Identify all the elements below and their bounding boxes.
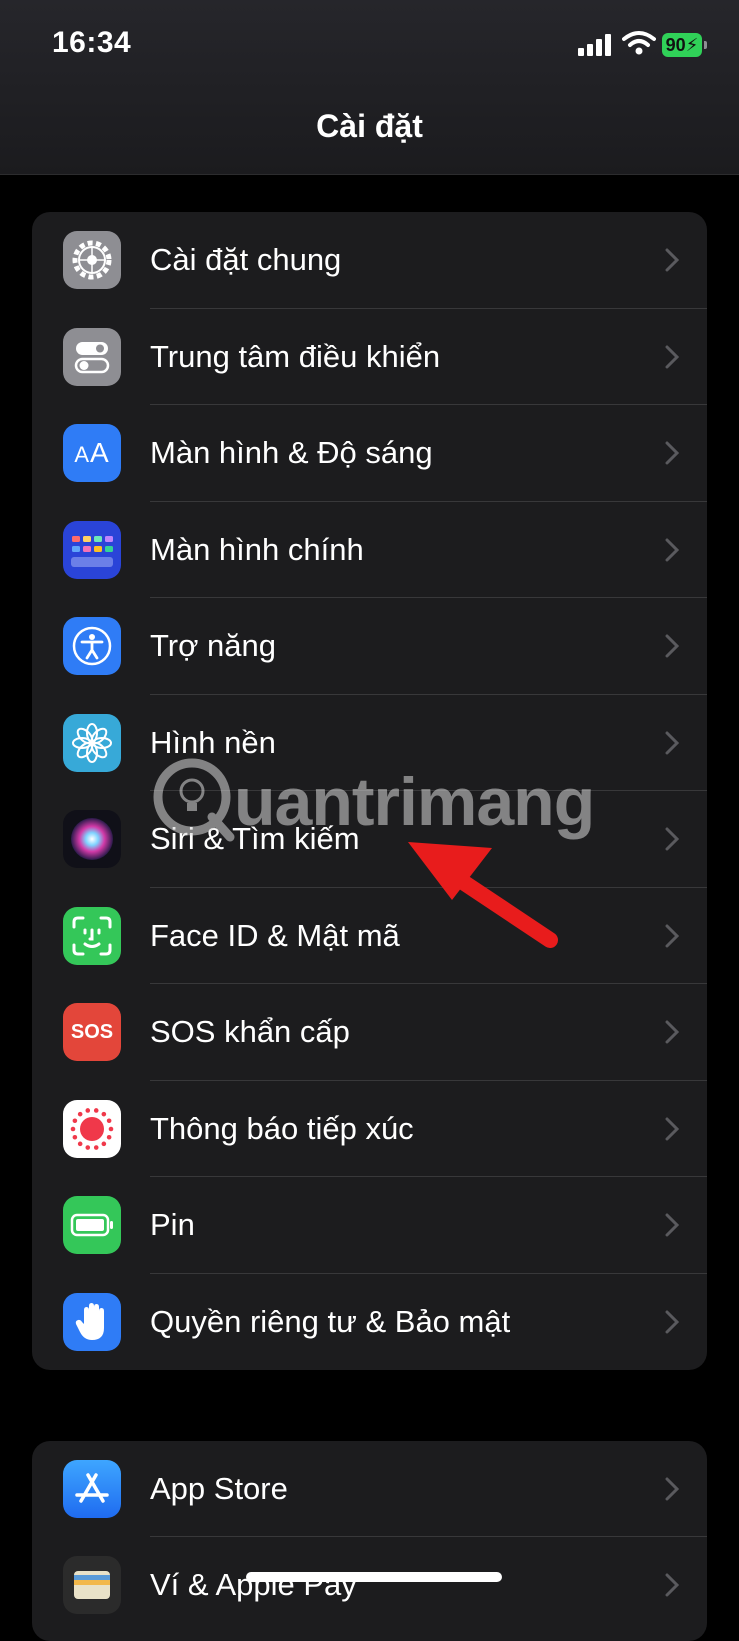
red-arrow-annotation [408,842,558,948]
exposure-dot [93,1144,99,1150]
exposure-dot [70,1126,76,1132]
exposure-dots-icon [63,1099,121,1158]
chevron-right-icon [665,1020,679,1044]
settings-row-general[interactable]: Cài đặt chung [32,212,707,309]
battery-percent: 90 [665,34,686,55]
chevron-right-icon [665,538,679,562]
settings-row-accessibility[interactable]: Trợ năng [32,598,707,695]
siri-icon [63,810,121,869]
wifi-icon [622,31,656,55]
row-label: Trung tâm điều khiển [150,338,441,374]
row-label: Face ID & Mật mã [150,917,400,953]
chevron-right-icon [665,441,679,465]
row-label: Hình nền [150,724,276,760]
settings-row-wallet-apple-pay[interactable]: Ví & Apple Pay [32,1537,707,1633]
exposure-dot [85,1107,91,1113]
hand-icon [63,1292,121,1351]
settings-row-display-brightness[interactable]: AA Màn hình & Độ sáng [32,405,707,502]
chevron-right-icon [665,345,679,369]
settings-row-privacy-security[interactable]: Quyền riêng tư & Bảo mật [32,1274,707,1371]
accessibility-icon [63,617,121,676]
chevron-right-icon [665,1213,679,1237]
text-size-icon: AA [63,424,121,483]
chevron-right-icon [665,248,679,272]
chevron-right-icon [665,1573,679,1597]
face-id-icon [63,906,121,965]
home-indicator[interactable] [246,1572,502,1582]
chevron-right-icon [665,731,679,755]
flower-icon [63,713,121,772]
exposure-dot [72,1134,78,1140]
exposure-dot [77,1111,83,1117]
exposure-dot [85,1144,91,1150]
row-label: Cài đặt chung [150,242,342,278]
row-label: SOS khẩn cấp [150,1014,350,1050]
settings-row-battery[interactable]: Pin [32,1177,707,1274]
row-label: Trợ năng [150,628,277,664]
chevron-right-icon [665,1477,679,1501]
battery-indicator: 90 ⚡ [662,33,707,57]
exposure-dot [101,1141,107,1146]
settings-row-home-screen[interactable]: Màn hình chính [32,502,707,598]
settings-row-siri-search[interactable]: Siri & Tìm kiếm [32,791,707,888]
cellular-signal-icon [578,34,614,56]
page-title: Cài đặt [316,108,423,144]
chevron-right-icon [665,634,679,658]
settings-row-control-center[interactable]: Trung tâm điều khiển [32,309,707,405]
exposure-dot [72,1118,78,1123]
battery-icon [63,1196,121,1255]
chevron-right-icon [665,924,679,948]
exposure-dot [77,1141,83,1146]
settings-row-emergency-sos[interactable]: SOS SOS khẩn cấp [32,984,707,1081]
chevron-right-icon [665,1117,679,1141]
row-label: Màn hình & Độ sáng [150,435,433,471]
settings-group-apps: App Store Ví & Apple Pay [32,1441,707,1641]
row-label: Thông báo tiếp xúc [150,1110,414,1146]
exposure-dot [101,1111,107,1117]
row-label: Quyền riêng tư & Bảo mật [150,1303,511,1339]
toggles-icon [63,327,121,386]
row-label: Màn hình chính [150,531,364,567]
settings-row-app-store[interactable]: App Store [32,1441,707,1537]
sos-icon-text: SOS [70,1020,114,1043]
row-label: Pin [150,1207,195,1243]
status-time: 16:34 [52,26,132,59]
gear-icon [63,231,121,290]
settings-row-exposure-notifications[interactable]: Thông báo tiếp xúc [32,1081,707,1177]
home-screen-grid-icon [63,520,121,579]
exposure-dot [108,1126,114,1132]
wallet-icon [63,1556,121,1614]
exposure-dot [106,1134,112,1140]
exposure-dot [93,1107,99,1113]
settings-row-face-id-passcode[interactable]: Face ID & Mật mã [32,888,707,984]
sos-icon: SOS [63,1003,121,1062]
row-label: App Store [150,1471,288,1506]
app-store-icon [63,1460,121,1518]
row-label: Siri & Tìm kiếm [150,821,360,857]
chevron-right-icon [665,827,679,851]
settings-row-wallpaper[interactable]: Hình nền [32,695,707,791]
exposure-dot [106,1118,112,1123]
chevron-right-icon [665,1310,679,1334]
settings-group-system: Cài đặt chung Trung tâm điều khiển AA Mà… [32,212,707,1370]
navigation-bar: 16:34 90 ⚡ Cài đặt [0,0,739,175]
